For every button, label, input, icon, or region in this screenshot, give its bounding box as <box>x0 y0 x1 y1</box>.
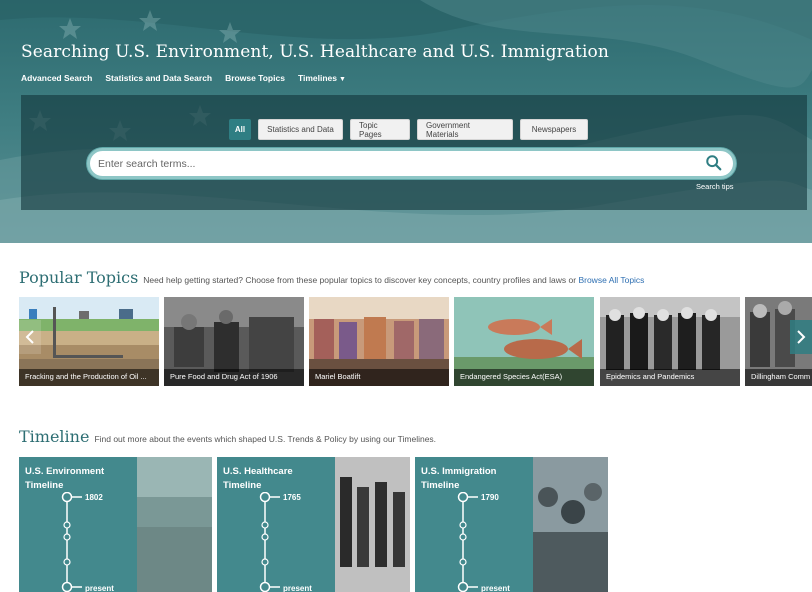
page-title: Searching U.S. Environment, U.S. Healthc… <box>21 42 609 62</box>
caret-down-icon: ▼ <box>339 76 346 83</box>
popular-topics-description: Need help getting started? Choose from t… <box>143 275 644 285</box>
topic-card-label: Endangered Species Act(ESA) <box>454 369 594 386</box>
healthcare-photo <box>335 457 410 592</box>
carousel-next-button[interactable] <box>790 320 812 354</box>
timeline-start-year: 1790 <box>481 493 499 502</box>
environment-photo <box>137 457 212 592</box>
timeline-axis-graphic <box>259 492 280 592</box>
timeline-name: U.S. Immigration <box>421 466 497 477</box>
timeline-card[interactable]: U.S. Healthcare Timeline 1765 present <box>217 457 410 592</box>
popular-topics-header: Popular Topics Need help getting started… <box>19 268 644 287</box>
topics-carousel: Fracking and the Production of Oil ... P… <box>19 297 812 386</box>
topic-card-label: Dillingham Comm <box>745 369 812 386</box>
timeline-axis-graphic <box>457 492 478 592</box>
nav-browse-topics[interactable]: Browse Topics <box>225 73 285 83</box>
topic-card-label: Mariel Boatlift <box>309 369 449 386</box>
topic-card[interactable]: Endangered Species Act(ESA) <box>454 297 594 386</box>
tab-government-materials[interactable]: Government Materials <box>417 119 513 140</box>
search-box <box>87 148 736 179</box>
timeline-axis-graphic <box>61 492 82 592</box>
chevron-left-icon <box>25 330 34 344</box>
browse-all-topics-link[interactable]: Browse All Topics <box>578 275 644 285</box>
timeline-name: U.S. Environment <box>25 466 105 477</box>
nav-advanced-search[interactable]: Advanced Search <box>21 73 92 83</box>
immigration-photo <box>533 457 608 592</box>
search-tips-link[interactable]: Search tips <box>696 182 734 191</box>
tab-all[interactable]: All <box>229 119 251 140</box>
timeline-word: Timeline <box>25 479 64 491</box>
timeline-end-label: present <box>85 584 114 592</box>
timeline-start-year: 1765 <box>283 493 301 502</box>
search-panel: All Statistics and Data Topic Pages Gove… <box>21 95 807 210</box>
search-input[interactable] <box>98 155 678 173</box>
tab-statistics-data[interactable]: Statistics and Data <box>258 119 343 140</box>
nav-statistics-data-search[interactable]: Statistics and Data Search <box>105 73 212 83</box>
timeline-description: Find out more about the events which sha… <box>94 434 437 444</box>
page: Searching U.S. Environment, U.S. Healthc… <box>0 0 812 592</box>
timeline-card-title: U.S. Immigration Timeline <box>421 465 496 493</box>
nav-timelines-label: Timelines <box>297 73 337 83</box>
carousel-prev-button[interactable] <box>19 320 41 354</box>
timeline-card-title: U.S. Environment Timeline <box>25 465 104 493</box>
nav-timelines[interactable]: Timelines ▼ <box>298 73 346 83</box>
timeline-end-label: present <box>481 584 510 592</box>
timeline-name: U.S. Healthcare <box>223 466 293 477</box>
timeline-card[interactable]: U.S. Immigration Timeline 1790 present <box>415 457 608 592</box>
timeline-start-year: 1802 <box>85 493 103 502</box>
hero-nav: Advanced Search Statistics and Data Sear… <box>21 73 346 83</box>
tab-newspapers[interactable]: Newspapers <box>520 119 588 140</box>
topic-card-label: Pure Food and Drug Act of 1906 <box>164 369 304 386</box>
topic-card-label: Fracking and the Production of Oil ... <box>19 369 159 386</box>
chevron-right-icon <box>797 330 806 344</box>
topic-card-label: Epidemics and Pandemics <box>600 369 740 386</box>
search-tabs: All Statistics and Data Topic Pages Gove… <box>229 119 588 140</box>
tab-topic-pages[interactable]: Topic Pages <box>350 119 410 140</box>
timeline-title: Timeline <box>19 427 90 446</box>
topic-card[interactable]: Epidemics and Pandemics <box>600 297 740 386</box>
timeline-end-label: present <box>283 584 312 592</box>
popular-topics-title: Popular Topics <box>19 268 139 287</box>
topic-card[interactable]: Mariel Boatlift <box>309 297 449 386</box>
topic-card[interactable]: Pure Food and Drug Act of 1906 <box>164 297 304 386</box>
search-icon[interactable] <box>705 154 723 172</box>
timeline-header: Timeline Find out more about the events … <box>19 427 436 446</box>
hero-banner: Searching U.S. Environment, U.S. Healthc… <box>0 0 812 243</box>
timeline-card[interactable]: U.S. Environment Timeline 1802 present <box>19 457 212 592</box>
timeline-word: Timeline <box>223 479 262 491</box>
timeline-word: Timeline <box>421 479 460 491</box>
popular-topics-text: Need help getting started? Choose from t… <box>143 275 577 285</box>
timeline-card-title: U.S. Healthcare Timeline <box>223 465 293 493</box>
